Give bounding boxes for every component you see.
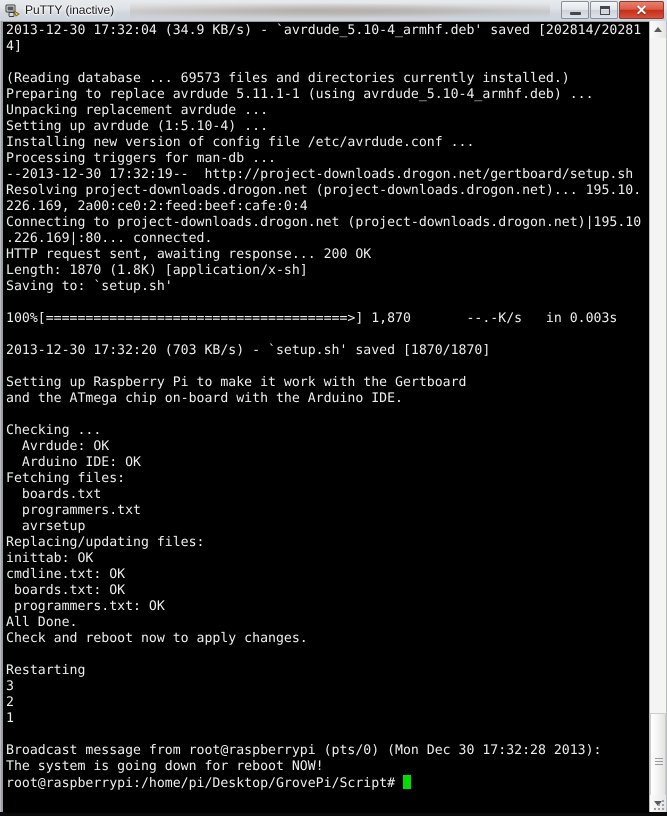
close-icon: ✕ (635, 2, 648, 18)
aero-glass-reflection (130, 0, 550, 21)
terminal-screen[interactable]: 2013-12-30 17:32:04 (34.9 KB/s) - `avrdu… (6, 23, 651, 813)
minimize-icon (570, 12, 581, 15)
terminal-output: 2013-12-30 17:32:04 (34.9 KB/s) - `avrdu… (6, 23, 642, 791)
terminal-scrollbar[interactable] (649, 21, 666, 812)
scrollbar-track[interactable] (650, 38, 666, 812)
resize-grip-icon[interactable] (652, 797, 666, 811)
title-bar[interactable]: PuTTY (inactive) ✕ (0, 0, 667, 21)
terminal-border: 2013-12-30 17:32:04 (34.9 KB/s) - `avrdu… (1, 21, 651, 813)
window-title: PuTTY (inactive) (25, 3, 115, 17)
terminal-frame: 2013-12-30 17:32:04 (34.9 KB/s) - `avrdu… (0, 21, 667, 813)
scroll-up-arrow-icon (654, 27, 662, 32)
scrollbar-grip-icon (655, 758, 663, 765)
maximize-button[interactable] (590, 1, 618, 19)
minimize-button[interactable] (561, 1, 589, 19)
close-button[interactable]: ✕ (619, 1, 664, 19)
window-controls: ✕ (560, 1, 664, 19)
terminal-cursor (402, 775, 411, 789)
maximize-icon (600, 6, 610, 15)
shell-prompt: root@raspberrypi:/home/pi/Desktop/GroveP… (6, 776, 403, 791)
putty-icon (5, 3, 21, 19)
putty-window: PuTTY (inactive) ✕ 2013-12-30 17:32:04 (… (0, 0, 667, 813)
scroll-up-button[interactable] (650, 21, 666, 38)
